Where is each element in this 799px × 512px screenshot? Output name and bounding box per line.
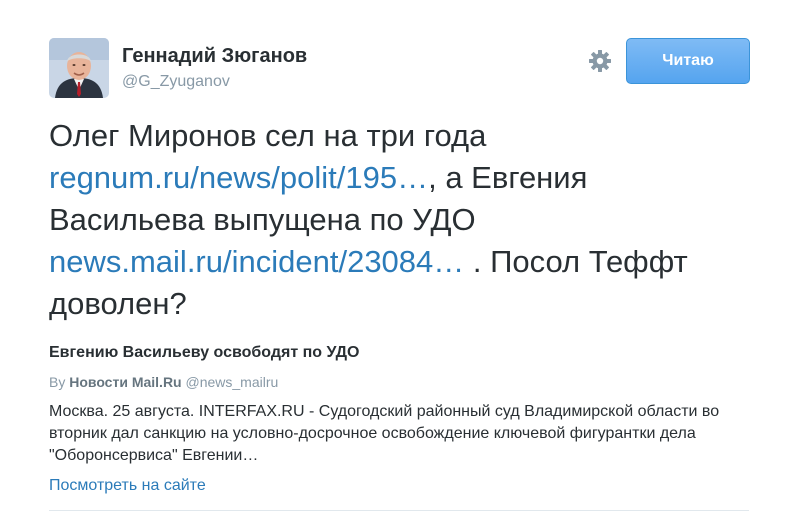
card-by-prefix: By (49, 374, 70, 390)
tweet-text: Олег Миронов сел на три года regnum.ru/n… (49, 115, 749, 325)
gear-icon[interactable] (588, 49, 612, 73)
tweet-link-mail[interactable]: news.mail.ru/incident/23084… (49, 244, 464, 279)
avatar[interactable] (49, 38, 109, 98)
card-source-handle[interactable]: @news_mailru (182, 374, 278, 390)
tweet-link-regnum[interactable]: regnum.ru/news/polit/195… (49, 160, 428, 195)
view-on-site-link[interactable]: Посмотреть на сайте (49, 477, 206, 495)
person-portrait-icon (49, 38, 109, 98)
author-name[interactable]: Геннадий Зюганов (122, 45, 307, 68)
author-handle[interactable]: @G_Zyuganov (122, 73, 230, 91)
card-byline: By Новости Mail.Ru @news_mailru (49, 373, 749, 391)
tweet-text-part-1: Олег Миронов сел на три года (49, 118, 487, 153)
follow-button-label: Читаю (662, 52, 714, 69)
card-source-name[interactable]: Новости Mail.Ru (69, 374, 181, 390)
divider (49, 510, 749, 511)
link-preview-card: Евгению Васильеву освободят по УДО By Но… (49, 341, 749, 495)
tweet-card: Геннадий Зюганов @G_Zyuganov Читаю Олег … (0, 0, 799, 512)
card-title[interactable]: Евгению Васильеву освободят по УДО (49, 341, 749, 365)
card-description: Москва. 25 августа. INTERFAX.RU - Судого… (49, 403, 720, 464)
follow-button[interactable]: Читаю (626, 38, 750, 84)
